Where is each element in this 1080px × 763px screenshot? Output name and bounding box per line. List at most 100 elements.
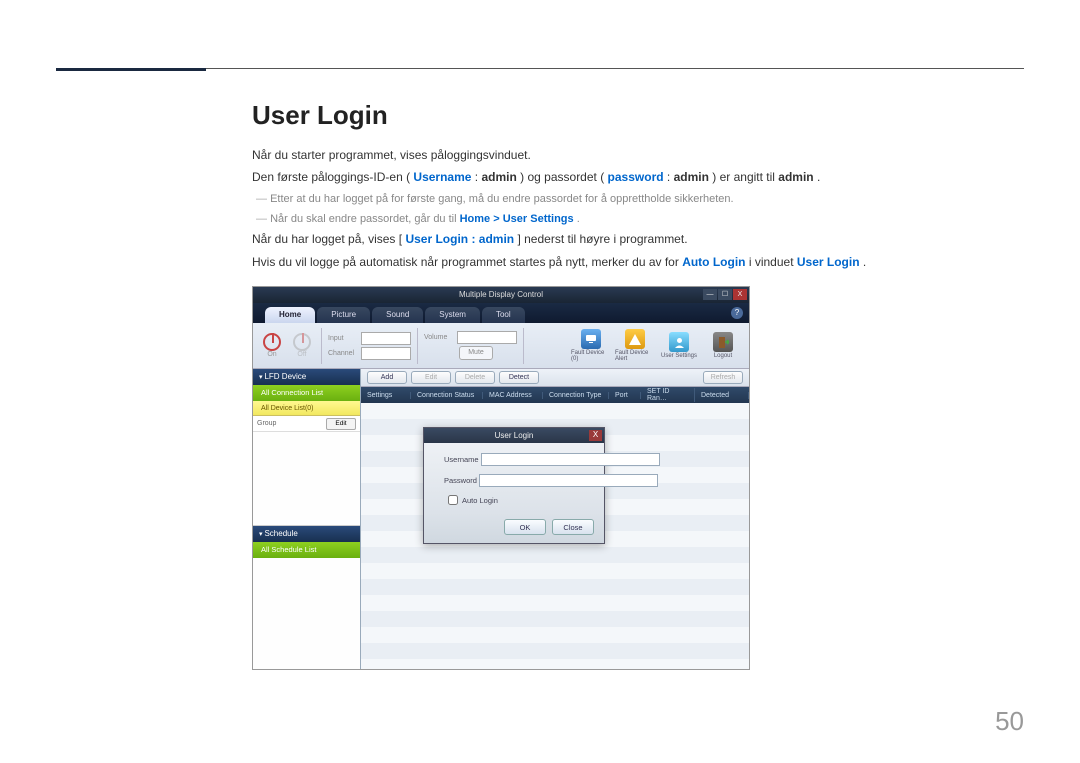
input-dropdown[interactable] [361, 332, 411, 345]
tab-tool[interactable]: Tool [482, 307, 525, 323]
sidebar-header-schedule[interactable]: Schedule [253, 526, 360, 542]
sidebar-all-connection[interactable]: All Connection List [253, 385, 360, 401]
path-home: Home [460, 213, 491, 225]
val-admin2: admin [674, 170, 709, 184]
sidebar: LFD Device All Connection List All Devic… [253, 369, 361, 669]
group-edit-button[interactable]: Edit [326, 418, 356, 430]
help-icon[interactable]: ? [731, 307, 743, 319]
lbl: Fault Device Alert [615, 350, 655, 362]
sidebar-spacer [253, 432, 360, 526]
para-3: Når du har logget på, vises [ User Login… [252, 229, 1024, 249]
ok-button[interactable]: OK [504, 519, 546, 535]
col-setid[interactable]: SET ID Ran… [641, 388, 695, 402]
val-admin3: admin [778, 170, 813, 184]
password-input[interactable] [479, 474, 658, 487]
status-userlogin: User Login : admin [405, 232, 514, 246]
maximize-button[interactable]: ☐ [718, 289, 732, 300]
close-button[interactable]: Close [552, 519, 594, 535]
col-mac[interactable]: MAC Address [483, 392, 543, 399]
door-icon [713, 332, 733, 352]
t: Den første påloggings-ID-en ( [252, 170, 410, 184]
separator [523, 328, 524, 364]
col-port[interactable]: Port [609, 392, 641, 399]
lbl-channel: Channel [328, 350, 358, 357]
t: i vinduet [749, 255, 797, 269]
mute-button[interactable]: Mute [459, 346, 493, 360]
heading-user-login: User Login [252, 100, 1024, 131]
power-off-icon [293, 333, 311, 351]
t: Når du skal endre passordet, går du til [270, 213, 460, 225]
page-accent-rule [56, 68, 206, 71]
t: . [863, 255, 866, 269]
dialog-buttons: OK Close [424, 513, 604, 543]
power-off-button[interactable]: Off [289, 330, 315, 362]
opt-autologin: Auto Login [682, 255, 745, 269]
val-admin: admin [481, 170, 516, 184]
lbl-input: Input [328, 335, 358, 342]
fault-device-button[interactable]: Fault Device (0) [571, 329, 611, 362]
dialog-body: Username Password Auto Login [424, 443, 604, 513]
col-conn-type[interactable]: Connection Type [543, 392, 609, 399]
t: > [493, 213, 502, 225]
delete-button[interactable]: Delete [455, 371, 495, 384]
device-toolbar: Add Edit Delete Detect Refresh [361, 369, 749, 387]
window-title: Multiple Display Control [459, 290, 543, 299]
page-number: 50 [995, 706, 1024, 737]
window-titlebar: Multiple Display Control — ☐ X [253, 287, 749, 303]
power-on-button[interactable]: On [259, 330, 285, 362]
t: . [817, 170, 820, 184]
t: : [667, 170, 674, 184]
lbl-username: Username [413, 170, 471, 184]
edit-button[interactable]: Edit [411, 371, 451, 384]
main-tabs: Home Picture Sound System Tool ? [253, 303, 749, 323]
fault-alert-button[interactable]: Fault Device Alert [615, 329, 655, 362]
t: Hvis du vil logge på automatisk når prog… [252, 255, 682, 269]
monitor-icon [581, 329, 601, 349]
sidebar-all-device[interactable]: All Device List(0) [253, 401, 360, 416]
autologin-checkbox[interactable] [448, 495, 458, 505]
minimize-button[interactable]: — [703, 289, 717, 300]
tab-picture[interactable]: Picture [317, 307, 370, 323]
lbl-password: password [608, 170, 664, 184]
t: ) er angitt til [712, 170, 778, 184]
col-detected[interactable]: Detected [695, 392, 749, 399]
separator [417, 328, 418, 364]
dialog-close-icon[interactable]: X [589, 430, 602, 441]
note-1: Etter at du har logget på for første gan… [256, 190, 1024, 210]
col-settings[interactable]: Settings [361, 392, 411, 399]
logout-button[interactable]: Logout [703, 332, 743, 359]
refresh-button[interactable]: Refresh [703, 371, 743, 384]
window-controls: — ☐ X [703, 289, 747, 300]
sidebar-header-lfd[interactable]: LFD Device [253, 369, 360, 385]
t: . [577, 213, 580, 225]
content-column: User Login Når du starter programmet, vi… [252, 100, 1024, 670]
lbl: Fault Device (0) [571, 350, 611, 362]
lbl: User Settings [661, 353, 697, 359]
separator [321, 328, 322, 364]
tab-sound[interactable]: Sound [372, 307, 423, 323]
user-settings-button[interactable]: User Settings [659, 332, 699, 359]
dialog-titlebar: User Login X [424, 428, 604, 443]
alert-icon [625, 329, 645, 349]
close-button[interactable]: X [733, 289, 747, 300]
username-input[interactable] [481, 453, 660, 466]
lbl: Logout [714, 353, 732, 359]
para-2: Den første påloggings-ID-en ( Username :… [252, 167, 1024, 187]
t: ) og passordet ( [520, 170, 604, 184]
user-login-dialog: User Login X Username Password Auto Logi… [423, 427, 605, 544]
detect-button[interactable]: Detect [499, 371, 539, 384]
lbl-autologin: Auto Login [462, 496, 498, 505]
lbl-volume: Volume [424, 334, 454, 341]
volume-group: Volume Mute [424, 331, 517, 360]
add-button[interactable]: Add [367, 371, 407, 384]
col-conn-status[interactable]: Connection Status [411, 392, 483, 399]
tab-system[interactable]: System [425, 307, 480, 323]
t: ] nederst til høyre i programmet. [517, 232, 687, 246]
sidebar-spacer [253, 558, 360, 669]
column-headers: Settings Connection Status MAC Address C… [361, 387, 749, 403]
sidebar-all-schedule[interactable]: All Schedule List [253, 542, 360, 558]
path-usersettings: User Settings [503, 213, 574, 225]
tab-home[interactable]: Home [265, 307, 315, 323]
channel-dropdown[interactable] [361, 347, 411, 360]
volume-slider[interactable] [457, 331, 517, 344]
